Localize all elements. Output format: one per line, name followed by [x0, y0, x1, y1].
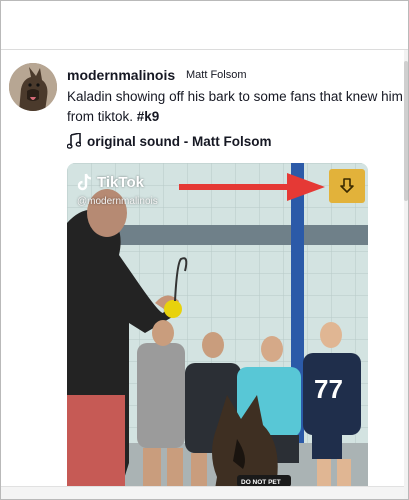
post-caption: Kaladin showing off his bark to some fan… [67, 87, 407, 127]
avatar[interactable] [9, 63, 57, 111]
video-player[interactable]: 77 DO NOT PET TikTok @modernmalinois [67, 163, 368, 499]
music-note-icon [67, 133, 81, 149]
bottom-scroll-area[interactable] [1, 486, 408, 499]
header-divider [1, 49, 408, 50]
scrollbar-thumb[interactable] [404, 61, 408, 201]
tiktok-embed-window: modernmalinois Matt Folsom Kaladin showi… [0, 0, 409, 500]
sound-link[interactable]: original sound - Matt Folsom [67, 132, 272, 150]
jersey-number: 77 [314, 374, 343, 404]
author-nickname[interactable]: Matt Folsom [186, 69, 247, 81]
top-blank-area [1, 1, 408, 49]
tiktok-logo-icon [77, 173, 92, 191]
hashtag-link[interactable]: #k9 [137, 109, 160, 124]
tiktok-watermark: TikTok [77, 173, 144, 191]
watermark-handle: @modernmalinois [77, 196, 158, 207]
download-arrow-icon [340, 178, 354, 193]
dog-vest-text: DO NOT PET [241, 479, 281, 486]
red-arrow-annotation [179, 173, 325, 201]
avatar-dog-image [9, 63, 57, 111]
caption-text: Kaladin showing off his bark to some fan… [67, 89, 403, 124]
download-button[interactable] [329, 169, 365, 203]
video-frame-image: 77 DO NOT PET [67, 163, 368, 499]
sound-label: original sound - Matt Folsom [87, 133, 272, 149]
tiktok-brand-text: TikTok [97, 173, 144, 191]
username-link[interactable]: modernmalinois [67, 67, 175, 83]
